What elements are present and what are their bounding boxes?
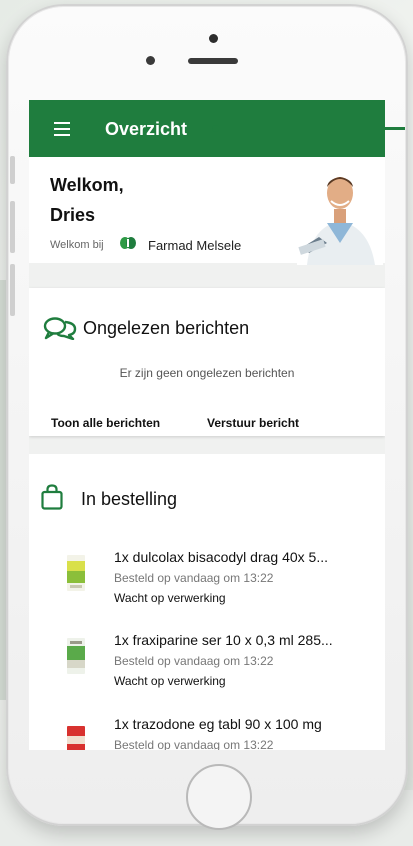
chat-bubbles-icon — [43, 317, 77, 340]
product-thumbnail-icon — [67, 555, 85, 591]
user-name: Dries — [50, 205, 96, 225]
order-item[interactable]: 1x dulcolax bisacodyl drag 40x 5... Best… — [29, 549, 385, 625]
volume-down-button — [10, 264, 15, 316]
pharmacy-name: Farmad Melsele — [148, 238, 242, 253]
doctor-illustration — [297, 165, 383, 265]
callout-pointer-line — [215, 127, 405, 130]
pharmacy-logo-icon — [120, 237, 136, 249]
show-all-messages-button[interactable]: Toon alle berichten — [51, 416, 160, 430]
home-button[interactable] — [186, 764, 252, 830]
product-thumbnail-icon — [67, 638, 85, 674]
front-camera — [209, 34, 218, 43]
orders-card: In bestelling 1x dulcolax bisacodyl drag… — [29, 454, 385, 750]
shopping-bag-icon — [41, 484, 63, 510]
empty-messages-text: Er zijn geen ongelezen berichten — [119, 366, 295, 380]
order-date: Besteld op vandaag om 13:22 — [114, 738, 274, 750]
hamburger-menu-icon[interactable] — [54, 122, 70, 136]
order-product-name: 1x dulcolax bisacodyl drag 40x 5... — [114, 549, 329, 565]
welcome-greeting: Welkom, — [50, 175, 124, 195]
welcome-section: Welkom, Dries Welkom bij Farmad Melsele — [29, 157, 385, 265]
orders-title: In bestelling — [81, 489, 178, 509]
section-gap — [29, 436, 385, 454]
side-button — [10, 156, 15, 184]
order-status: Wacht op verwerking — [114, 674, 226, 688]
send-message-button[interactable]: Verstuur bericht — [207, 416, 299, 430]
order-status: Wacht op verwerking — [114, 591, 226, 605]
unread-messages-title: Ongelezen berichten — [83, 318, 250, 338]
proximity-sensor — [146, 56, 155, 65]
order-item[interactable]: 1x trazodone eg tabl 90 x 100 mg Besteld… — [29, 716, 385, 750]
order-product-name: 1x fraxiparine ser 10 x 0,3 ml 285... — [114, 632, 333, 648]
order-product-name: 1x trazodone eg tabl 90 x 100 mg — [114, 716, 322, 732]
order-date: Besteld op vandaag om 13:22 — [114, 654, 274, 668]
earpiece-speaker — [188, 58, 238, 64]
product-thumbnail-icon — [67, 726, 85, 750]
section-gap — [29, 263, 385, 288]
volume-up-button — [10, 201, 15, 253]
order-date: Besteld op vandaag om 13:22 — [114, 571, 274, 585]
unread-messages-card: Ongelezen berichten Er zijn geen ongelez… — [29, 288, 385, 436]
page-title: Overzicht — [105, 119, 188, 139]
welcome-at-label: Welkom bij — [50, 239, 104, 251]
app-screen: Overzicht Welkom, Dries Welkom bij Farma… — [29, 100, 385, 750]
order-item[interactable]: 1x fraxiparine ser 10 x 0,3 ml 285... Be… — [29, 632, 385, 708]
